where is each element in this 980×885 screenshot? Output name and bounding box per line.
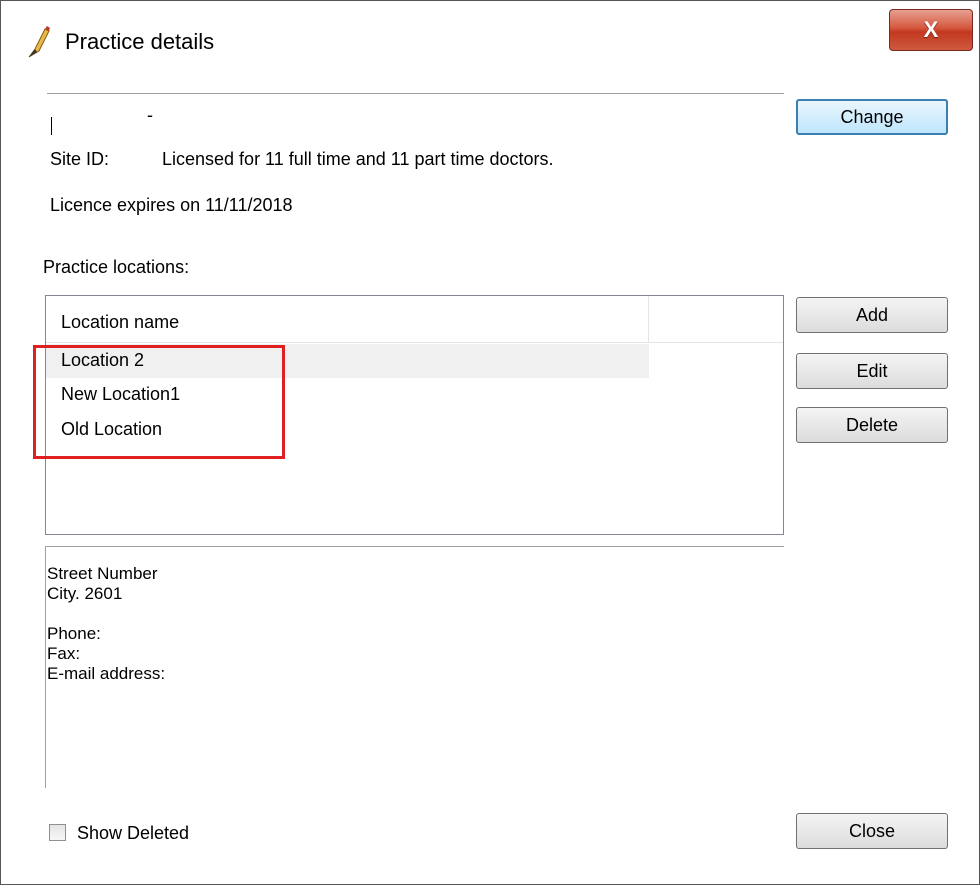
address-panel: Street Number City. 2601 Phone: Fax: E-m…: [45, 546, 784, 788]
address-city: City. 2601: [47, 584, 123, 603]
close-icon: X: [923, 17, 939, 42]
address-email: E-mail address:: [47, 664, 166, 683]
list-header: Location name: [46, 296, 783, 343]
dash-text: -: [147, 105, 153, 125]
address-street: Street Number: [47, 564, 158, 583]
show-deleted-label[interactable]: Show Deleted: [77, 823, 189, 844]
add-button[interactable]: Add: [796, 297, 948, 333]
header-divider: [47, 93, 784, 94]
column-header-location-name[interactable]: Location name: [46, 296, 649, 342]
practice-details-window: Practice details X - Change Site ID: Lic…: [0, 0, 980, 885]
address-phone: Phone:: [47, 624, 101, 643]
close-button[interactable]: Close: [796, 813, 948, 849]
title-bar: Practice details X: [1, 1, 979, 79]
license-text: Licensed for 11 full time and 11 part ti…: [162, 149, 554, 169]
window-title: Practice details: [65, 29, 215, 54]
change-button[interactable]: Change: [796, 99, 948, 135]
address-blank: [47, 604, 784, 624]
address-fax: Fax:: [47, 644, 81, 663]
site-id-label: Site ID:: [50, 149, 110, 169]
edit-button[interactable]: Edit: [796, 353, 948, 389]
delete-button[interactable]: Delete: [796, 407, 948, 443]
show-deleted-checkbox[interactable]: [49, 824, 66, 841]
practice-locations-label: Practice locations:: [43, 257, 190, 277]
column-header-label: Location name: [61, 312, 180, 332]
highlight-annotation: [33, 345, 285, 459]
pen-icon: [28, 26, 50, 58]
text-cursor: [51, 117, 52, 135]
licence-expiry: Licence expires on 11/11/2018: [50, 195, 293, 215]
close-window-button[interactable]: X: [889, 9, 973, 51]
